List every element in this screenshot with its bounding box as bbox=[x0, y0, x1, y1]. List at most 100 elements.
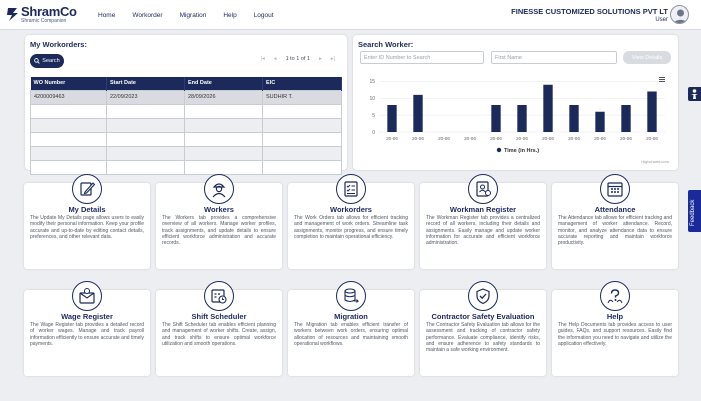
card-title: Wage Register bbox=[61, 312, 113, 321]
card-workorders[interactable]: Workorders The Work Orders tab allows fo… bbox=[288, 174, 414, 269]
chart-bar[interactable] bbox=[517, 105, 527, 132]
main-nav: Home Workorder Migration Help Logout bbox=[98, 0, 291, 30]
chart-bar[interactable] bbox=[387, 105, 397, 132]
y-tick-label: 0 bbox=[372, 130, 375, 136]
col-eic[interactable]: EIC bbox=[262, 77, 342, 90]
card-help[interactable]: Help The Help Documents tab provides acc… bbox=[552, 281, 678, 376]
col-start-date[interactable]: Start Date bbox=[106, 77, 185, 90]
x-tick-label: 20-06 bbox=[620, 136, 632, 141]
nav-migration[interactable]: Migration bbox=[180, 12, 207, 19]
next-page-icon[interactable]: ▸ bbox=[319, 56, 322, 62]
register-icon bbox=[468, 174, 498, 204]
card-workers[interactable]: Workers The Workers tab provides a compr… bbox=[156, 174, 282, 269]
pagination: |◂ ◂ 1 to 1 of 1 ▸ ▸| bbox=[261, 56, 335, 62]
x-tick-label: 20-06 bbox=[490, 136, 502, 141]
card-description: The Attendance tab allows for efficient … bbox=[558, 215, 672, 247]
card-workman-register[interactable]: Workman Register The Workman Register ta… bbox=[420, 174, 546, 269]
chart-bar[interactable] bbox=[595, 111, 605, 132]
col-end-date[interactable]: End Date bbox=[184, 77, 263, 90]
first-name-input[interactable] bbox=[491, 51, 617, 64]
chart-bar[interactable] bbox=[491, 105, 501, 132]
help-icon bbox=[600, 281, 630, 311]
empty-row bbox=[30, 103, 342, 119]
empty-row bbox=[30, 117, 342, 133]
last-page-icon[interactable]: ▸| bbox=[331, 56, 335, 62]
search-worker-panel: Search Worker: View Details 0 5 10 15 20-06… bbox=[353, 35, 678, 170]
x-tick-label: 20-06 bbox=[542, 136, 554, 141]
card-description: The Contractor Safety Evaluation tab all… bbox=[426, 322, 540, 354]
card-description: The Wage Register tab provides a detaile… bbox=[30, 322, 144, 347]
card-title: Contractor Safety Evaluation bbox=[431, 312, 535, 321]
company-name: FINESSE CUSTOMIZED SOLUTIONS PVT LT bbox=[511, 7, 668, 16]
legend-label[interactable]: Time (in Hrs.) bbox=[504, 148, 539, 154]
x-tick-label: 20-06 bbox=[438, 136, 450, 141]
search-worker-title: Search Worker: bbox=[358, 40, 414, 49]
worker-id-input[interactable] bbox=[360, 51, 484, 64]
cell-eic: SUDHIR T. bbox=[262, 89, 342, 105]
first-page-icon[interactable]: |◂ bbox=[261, 56, 265, 62]
cell-end-date: 28/09/2026 bbox=[184, 89, 263, 105]
x-tick-label: 20-06 bbox=[386, 136, 398, 141]
table-row[interactable]: 4200009463 22/09/2023 28/09/2026 SUDHIR … bbox=[30, 89, 342, 105]
x-tick-label: 20-06 bbox=[464, 136, 476, 141]
card-description: The Workers tab provides a comprehensive… bbox=[162, 215, 276, 247]
chart-menu-icon[interactable] bbox=[659, 77, 665, 82]
top-header: ShramCo Shramic Companion Home Workorder… bbox=[0, 0, 701, 30]
chart-credit[interactable]: Highcharts.com bbox=[641, 159, 669, 164]
feedback-label: Feedback bbox=[690, 199, 696, 226]
feedback-tab[interactable]: Feedback bbox=[688, 190, 701, 232]
nav-workorder[interactable]: Workorder bbox=[132, 12, 162, 19]
chart-bar[interactable] bbox=[569, 105, 579, 132]
card-attendance[interactable]: Attendance The Attendance tab allows for… bbox=[552, 174, 678, 269]
card-title: Attendance bbox=[594, 205, 636, 214]
card-my-details[interactable]: My Details The Update My Details page al… bbox=[24, 174, 150, 269]
card-wage-register[interactable]: Wage Register The Wage Register tab prov… bbox=[24, 281, 150, 376]
chart-bar[interactable] bbox=[621, 105, 631, 132]
prev-page-icon[interactable]: ◂ bbox=[274, 56, 277, 62]
workorder-search-button[interactable]: Search bbox=[30, 54, 64, 68]
search-button-label: Search bbox=[42, 58, 60, 64]
user-avatar-icon[interactable] bbox=[670, 5, 689, 24]
card-title: Workers bbox=[204, 205, 234, 214]
workers-icon bbox=[204, 174, 234, 204]
cell-wo-number: 4200009463 bbox=[30, 89, 107, 105]
x-tick-label: 20-06 bbox=[568, 136, 580, 141]
logo-mark-icon bbox=[7, 8, 18, 21]
legend-marker bbox=[496, 147, 502, 153]
wage-icon bbox=[72, 281, 102, 311]
card-description: The Work Orders tab allows for efficient… bbox=[294, 215, 408, 240]
card-contractor-safety[interactable]: Contractor Safety Evaluation The Contrac… bbox=[420, 281, 546, 376]
card-title: Workorders bbox=[330, 205, 372, 214]
user-label: User bbox=[655, 17, 668, 23]
shramco-logo[interactable]: ShramCo Shramic Companion bbox=[6, 4, 86, 26]
x-tick-label: 20-06 bbox=[412, 136, 424, 141]
pagination-text: 1 to 1 of 1 bbox=[285, 56, 311, 62]
nav-home[interactable]: Home bbox=[98, 12, 115, 19]
scheduler-icon bbox=[204, 281, 234, 311]
card-shift-scheduler[interactable]: Shift Scheduler The Shift Scheduler tab … bbox=[156, 281, 282, 376]
nav-logout[interactable]: Logout bbox=[254, 12, 274, 19]
y-tick-label: 10 bbox=[369, 96, 375, 102]
chart-bar[interactable] bbox=[413, 94, 423, 132]
card-description: The Migration tab enables efficient tran… bbox=[294, 322, 408, 347]
empty-row bbox=[30, 145, 342, 161]
logo-subtitle: Shramic Companion bbox=[21, 18, 67, 24]
empty-row bbox=[30, 159, 342, 175]
card-title: Shift Scheduler bbox=[191, 312, 247, 321]
card-title: Workman Register bbox=[449, 205, 517, 214]
accessibility-icon[interactable] bbox=[688, 87, 701, 101]
card-description: The Help Documents tab provides access t… bbox=[558, 322, 672, 347]
col-wo-number[interactable]: WO Number bbox=[30, 77, 107, 90]
view-details-button[interactable]: View Details bbox=[623, 51, 671, 64]
chart-bar[interactable] bbox=[543, 84, 553, 132]
empty-row bbox=[30, 131, 342, 147]
database-icon bbox=[336, 281, 366, 311]
nav-help[interactable]: Help bbox=[223, 12, 236, 19]
workorders-title: My Workorders: bbox=[30, 40, 87, 49]
card-description: The Update My Details page allows users … bbox=[30, 215, 144, 240]
y-tick-label: 15 bbox=[369, 79, 375, 85]
y-tick-label: 5 bbox=[372, 113, 375, 119]
workorders-icon bbox=[336, 174, 366, 204]
card-migration[interactable]: Migration The Migration tab enables effi… bbox=[288, 281, 414, 376]
chart-bar[interactable] bbox=[647, 91, 657, 133]
